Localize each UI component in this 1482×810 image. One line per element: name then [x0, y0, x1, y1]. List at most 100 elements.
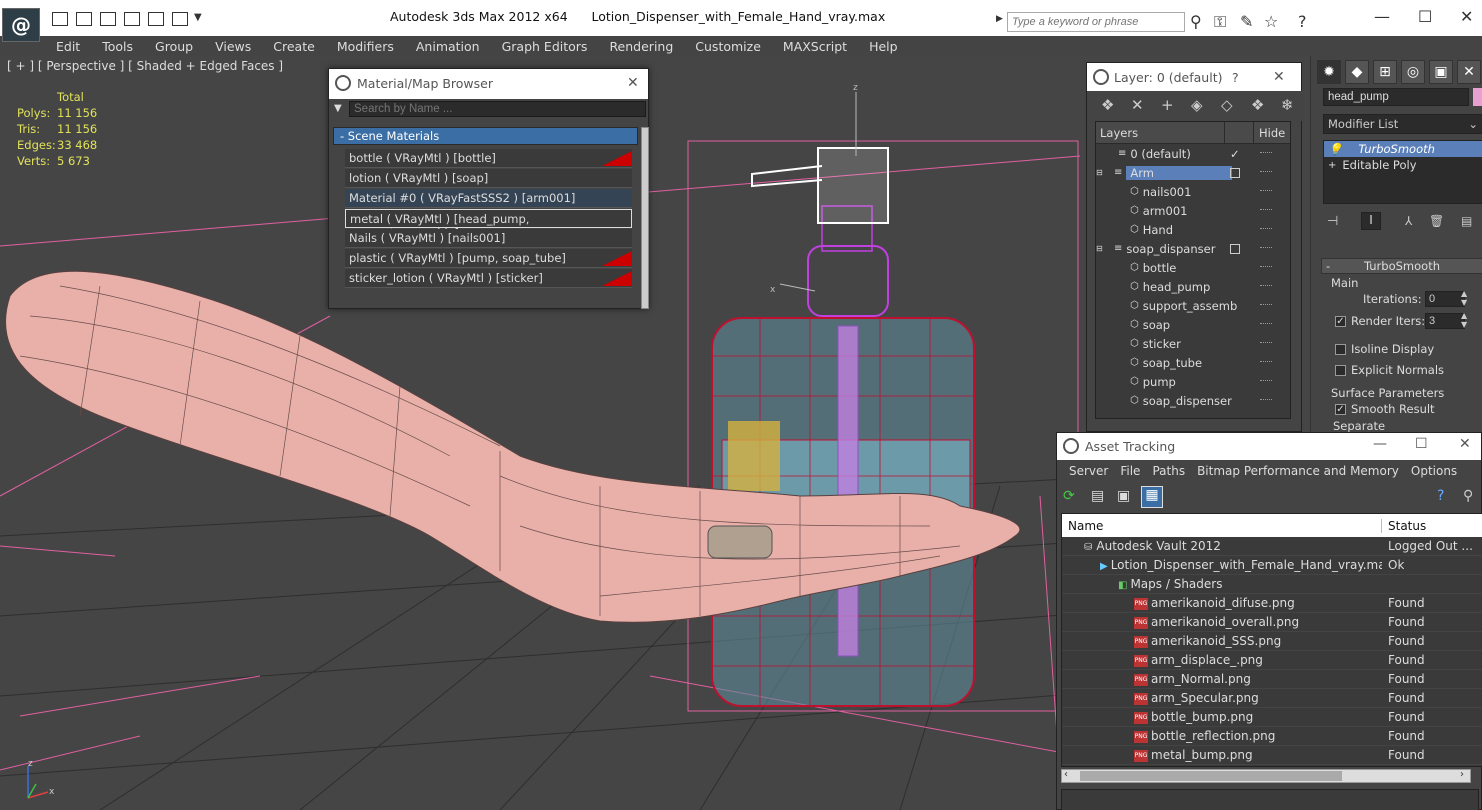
fetch-icon[interactable] [172, 12, 188, 26]
new-file-icon[interactable] [52, 12, 68, 26]
turbosmooth-rollout-header[interactable]: - TurboSmooth [1321, 258, 1482, 274]
utilities-tab-icon[interactable]: ✕ [1457, 60, 1481, 84]
menu-group[interactable]: Group [144, 39, 204, 54]
asset-path-field[interactable] [1061, 789, 1479, 810]
subscription-icon[interactable]: ⚿ [1214, 12, 1226, 32]
quick-access-dropdown-icon[interactable]: ▼ [194, 12, 202, 23]
object-row[interactable]: ⬡ Hand [1096, 220, 1290, 239]
asset-row[interactable]: PNG arm_displace_.png Found [1062, 651, 1482, 670]
menu-edit[interactable]: Edit [45, 39, 91, 54]
hierarchy-tab-icon[interactable]: ⊞ [1373, 60, 1397, 84]
asset-row[interactable]: ⛁ Autodesk Vault 2012 Logged Out ... [1062, 537, 1482, 556]
asset-menu-file[interactable]: File [1114, 464, 1146, 478]
object-row[interactable]: ⬡ bottle [1096, 258, 1290, 277]
motion-tab-icon[interactable]: ◎ [1401, 60, 1425, 84]
help-icon[interactable]: ? [1298, 12, 1307, 31]
layer-row-soap-dispanser[interactable]: ⊟ ≡ soap_dispanser [1096, 239, 1290, 258]
asset-minimize-icon[interactable]: — [1373, 436, 1387, 452]
menu-create[interactable]: Create [262, 39, 326, 54]
binoculars-icon[interactable]: ⚲ [1190, 12, 1202, 31]
close-window-icon[interactable]: ✕ [1460, 7, 1473, 26]
asset-search-icon[interactable]: ⚲ [1463, 488, 1473, 504]
material-item-selected[interactable]: metal ( VRayMtl ) [head_pump, support_as… [345, 209, 632, 240]
menu-rendering[interactable]: Rendering [598, 39, 684, 54]
expand-plus-icon[interactable]: + [1328, 160, 1336, 171]
asset-row[interactable]: PNG amerikanoid_difuse.png Found [1062, 594, 1482, 613]
material-item[interactable]: lotion ( VRayMtl ) [soap] [345, 169, 632, 188]
refresh-icon[interactable]: ⟳ [1063, 488, 1075, 504]
object-name-input[interactable] [1323, 88, 1469, 106]
modify-tab-icon[interactable]: ◆ [1345, 60, 1369, 84]
viewport-label[interactable]: [ + ] [ Perspective ] [ Shaded + Edged F… [7, 59, 283, 73]
menu-animation[interactable]: Animation [405, 39, 491, 54]
lightbulb-icon[interactable]: 💡 [1328, 142, 1342, 156]
material-item[interactable]: bottle ( VRayMtl ) [bottle] [345, 149, 632, 168]
browser-options-icon[interactable]: ▼ [334, 103, 342, 114]
favorites-star-icon[interactable]: ☆ [1264, 12, 1278, 31]
explicit-normals-checkbox[interactable] [1335, 365, 1346, 376]
pin-stack-icon[interactable]: ⊣ [1327, 214, 1338, 229]
col-hide[interactable]: Hide [1253, 121, 1285, 144]
object-row[interactable]: ⬡ support_assemb [1096, 296, 1290, 315]
communication-icon[interactable]: ✎ [1240, 12, 1253, 31]
app-logo-icon[interactable]: @ [2, 8, 40, 42]
active-layer-box[interactable] [1230, 167, 1240, 178]
object-row[interactable]: ⬡ soap_tube [1096, 353, 1290, 372]
asset-row[interactable]: PNG bottle_reflection.png Found [1062, 727, 1482, 746]
menu-help[interactable]: Help [858, 39, 909, 54]
asset-row[interactable]: PNG metal_bump.png Found [1062, 746, 1482, 765]
object-row[interactable]: ⬡ pump [1096, 372, 1290, 391]
make-unique-icon[interactable]: ⅄ [1405, 214, 1412, 228]
asset-close-icon[interactable]: ✕ [1459, 436, 1471, 452]
material-browser-scrollbar[interactable] [641, 127, 649, 309]
asset-row[interactable]: PNG arm_Specular.png Found [1062, 689, 1482, 708]
render-iters-checkbox[interactable]: ✓ [1335, 316, 1346, 327]
asset-row[interactable]: PNG arm_Normal.png Found [1062, 670, 1482, 689]
material-item[interactable]: plastic ( VRayMtl ) [pump, soap_tube] [345, 249, 632, 268]
hide-all-icon[interactable]: ❖ [1251, 96, 1264, 114]
select-objects-icon[interactable]: ◈ [1191, 96, 1203, 114]
asset-menu-options[interactable]: Options [1405, 464, 1463, 478]
asset-menu-bitmap[interactable]: Bitmap Performance and Memory [1191, 464, 1405, 478]
layer-help-icon[interactable]: ? [1232, 70, 1239, 85]
hold-icon[interactable] [148, 12, 164, 26]
redo-icon[interactable] [124, 12, 140, 26]
scroll-right-icon[interactable]: › [1460, 769, 1464, 780]
scrollbar-thumb[interactable] [1080, 771, 1342, 781]
asset-row[interactable]: ▶ Lotion_Dispenser_with_Female_Hand_vray.… [1062, 556, 1482, 575]
search-expand-icon[interactable]: ▶ [996, 14, 1003, 24]
delete-layer-icon[interactable]: ✕ [1131, 96, 1144, 114]
object-row[interactable]: ⬡ soap [1096, 315, 1290, 334]
material-item[interactable]: sticker_lotion ( VRayMtl ) [sticker] [345, 269, 632, 288]
render-iters-spinner[interactable] [1425, 313, 1465, 329]
material-item[interactable]: Nails ( VRayMtl ) [nails001] [345, 229, 632, 248]
menu-maxscript[interactable]: MAXScript [772, 39, 858, 54]
stack-item-editable-poly[interactable]: + Editable Poly [1324, 157, 1482, 173]
collapse-icon[interactable]: ⊟ [1096, 168, 1106, 177]
infocenter-search-input[interactable] [1007, 12, 1185, 32]
scene-materials-group[interactable]: - Scene Materials [333, 127, 638, 145]
freeze-all-icon[interactable]: ❄ [1281, 96, 1294, 114]
asset-help-icon[interactable]: ? [1437, 488, 1444, 504]
menu-views[interactable]: Views [204, 39, 262, 54]
object-color-swatch[interactable] [1473, 88, 1482, 106]
material-item[interactable]: Material #0 ( VRayFastSSS2 ) [arm001] [345, 189, 632, 208]
col-status[interactable]: Status [1382, 519, 1426, 533]
modifier-list-dropdown[interactable]: Modifier List ⌄ [1323, 114, 1482, 134]
add-to-layer-icon[interactable]: + [1161, 96, 1174, 114]
scroll-left-icon[interactable]: ‹ [1064, 769, 1068, 780]
create-layer-icon[interactable]: ❖ [1101, 96, 1114, 114]
layer-manager-titlebar[interactable]: Layer: 0 (default)? [1087, 63, 1301, 91]
col-layers[interactable]: Layers [1096, 126, 1224, 140]
asset-row[interactable]: ◧ Maps / Shaders [1062, 575, 1482, 594]
thumbnail-view-icon[interactable]: ▣ [1117, 488, 1130, 504]
highlight-layer-icon[interactable]: ◇ [1221, 96, 1233, 114]
material-browser-titlebar[interactable]: Material/Map Browser [329, 69, 648, 99]
material-search-input[interactable] [349, 101, 646, 117]
menu-modifiers[interactable]: Modifiers [326, 39, 405, 54]
asset-horizontal-scrollbar[interactable]: ‹ › [1061, 769, 1471, 783]
configure-sets-icon[interactable]: ▤ [1461, 214, 1472, 228]
layer-row-default[interactable]: ≡ 0 (default) ✓ [1096, 144, 1290, 163]
minimize-icon[interactable]: — [1374, 7, 1390, 26]
col-name[interactable]: Name [1062, 518, 1382, 533]
